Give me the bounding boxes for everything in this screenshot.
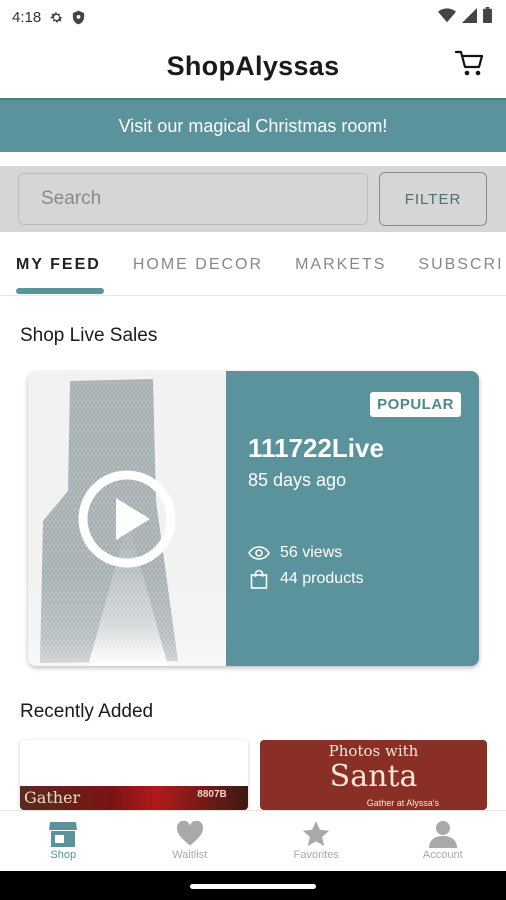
bottom-nav: Shop Waitlist Favorites Account bbox=[0, 810, 506, 871]
nav-label: Waitlist bbox=[172, 849, 208, 861]
live-card-info: POPULAR 111722Live 85 days ago 56 views … bbox=[226, 371, 479, 666]
battery-icon bbox=[483, 7, 492, 27]
live-sale-date: 85 days ago bbox=[248, 470, 347, 490]
app-header: ShopAlyssas bbox=[0, 34, 506, 98]
nav-label: Favorites bbox=[293, 849, 339, 861]
search-bar: Search FILTER bbox=[0, 166, 506, 232]
status-time: 4:18 bbox=[12, 8, 42, 26]
tab-label: HOME DECOR bbox=[132, 255, 264, 273]
cart-icon bbox=[454, 50, 485, 83]
recent-item-card[interactable]: Gather 8807B bbox=[20, 740, 248, 810]
card-text-line1: Photos with bbox=[328, 742, 419, 760]
tab-markets[interactable]: MARKETS bbox=[295, 234, 387, 295]
shopping-bag-icon bbox=[248, 569, 270, 589]
play-icon[interactable] bbox=[76, 468, 178, 570]
store-icon bbox=[48, 819, 78, 849]
eye-icon bbox=[248, 546, 270, 560]
heart-icon bbox=[176, 819, 204, 849]
product-image-badge: 8807B bbox=[197, 789, 227, 800]
product-image-text: Gather bbox=[24, 788, 81, 807]
cart-button[interactable] bbox=[454, 50, 486, 82]
tab-label: SUBSCRI bbox=[418, 255, 504, 273]
live-thumbnail[interactable] bbox=[28, 371, 226, 666]
live-sale-card[interactable]: POPULAR 111722Live 85 days ago 56 views … bbox=[28, 371, 479, 666]
nav-label: Account bbox=[422, 849, 463, 861]
shield-icon bbox=[72, 10, 85, 25]
category-tabs: MY FEED HOME DECOR MARKETS SUBSCRI bbox=[0, 234, 506, 296]
tab-label: MY FEED bbox=[16, 255, 101, 273]
filter-button[interactable]: FILTER bbox=[379, 172, 487, 226]
status-bar: 4:18 bbox=[0, 0, 506, 34]
gear-icon bbox=[49, 10, 64, 25]
card-text-line2: Santa bbox=[329, 759, 418, 794]
views-stat: 56 views bbox=[248, 544, 342, 562]
section-title-recent: Recently Added bbox=[20, 701, 154, 722]
person-icon bbox=[428, 819, 458, 849]
nav-shop[interactable]: Shop bbox=[0, 811, 127, 871]
wifi-icon bbox=[438, 7, 456, 27]
system-gesture-bar bbox=[0, 871, 506, 900]
live-sale-title: 111722Live bbox=[248, 433, 384, 463]
section-title-live: Shop Live Sales bbox=[20, 325, 158, 346]
tab-label: MARKETS bbox=[295, 255, 387, 273]
star-icon bbox=[301, 819, 331, 849]
promo-banner[interactable]: Visit our magical Christmas room! bbox=[0, 98, 506, 152]
products-count: 44 products bbox=[280, 570, 364, 587]
tab-home-decor[interactable]: HOME DECOR bbox=[132, 234, 264, 295]
nav-waitlist[interactable]: Waitlist bbox=[127, 811, 254, 871]
active-tab-indicator bbox=[16, 287, 104, 294]
home-gesture-handle[interactable] bbox=[190, 884, 316, 889]
app-title: ShopAlyssas bbox=[166, 50, 340, 81]
views-count: 56 views bbox=[280, 544, 343, 561]
search-input[interactable]: Search bbox=[18, 173, 368, 225]
nav-account[interactable]: Account bbox=[380, 811, 506, 871]
tab-subscriptions[interactable]: SUBSCRI bbox=[418, 234, 504, 295]
popular-badge: POPULAR bbox=[370, 392, 461, 417]
nav-favorites[interactable]: Favorites bbox=[253, 811, 380, 871]
nav-label: Shop bbox=[50, 849, 77, 861]
recent-item-card[interactable]: Photos with Santa Gather at Alyssa's bbox=[260, 740, 487, 810]
card-text-line3: Gather at Alyssa's bbox=[366, 798, 439, 808]
products-stat: 44 products bbox=[248, 569, 364, 589]
signal-icon bbox=[462, 7, 477, 27]
tab-my-feed[interactable]: MY FEED bbox=[16, 234, 104, 295]
